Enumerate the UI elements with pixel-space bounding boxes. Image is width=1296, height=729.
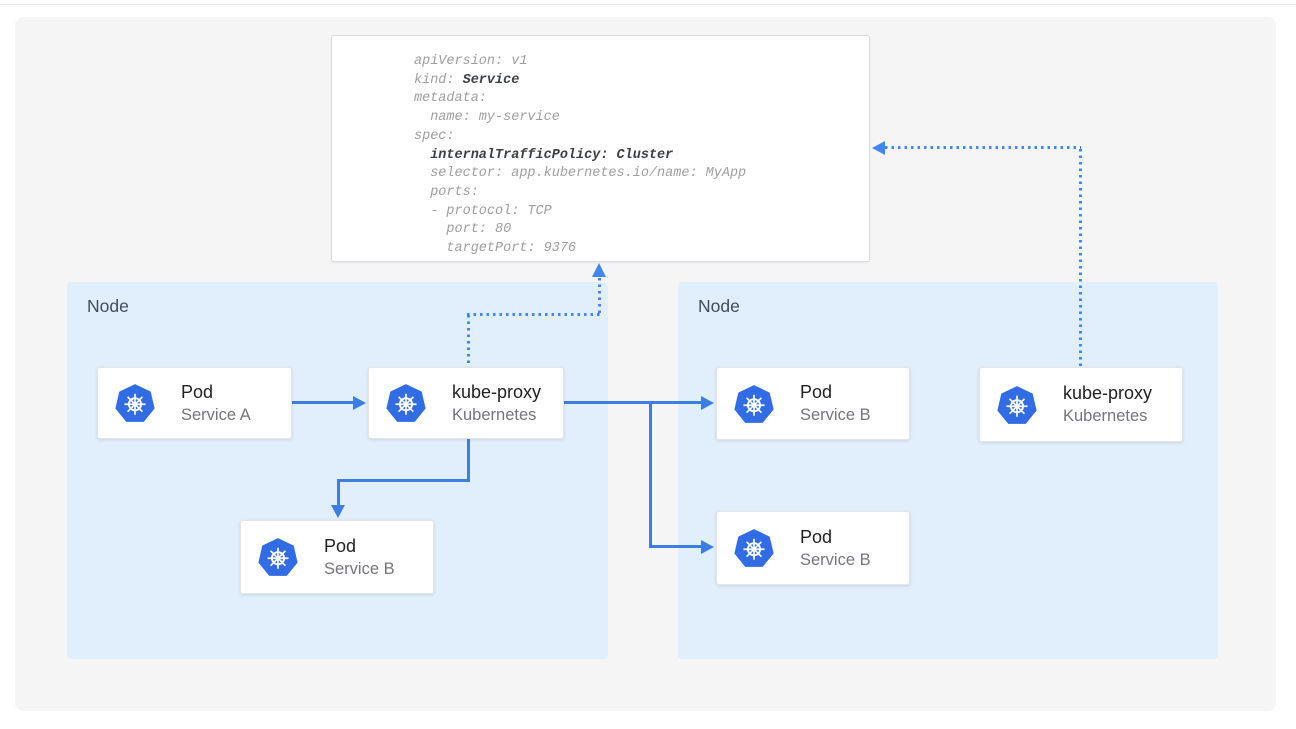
pod-service-b-card-right-bottom: Pod Service B bbox=[716, 511, 910, 585]
arrow-to-pod-b-left bbox=[337, 479, 340, 507]
node-label: Node bbox=[87, 296, 129, 317]
kube-proxy-card-left: kube-proxy Kubernetes bbox=[368, 367, 564, 439]
arrow-kube-proxy-down bbox=[467, 439, 470, 482]
kubernetes-logo-icon bbox=[257, 536, 299, 578]
node-label: Node bbox=[698, 296, 740, 317]
entity-title: Pod bbox=[324, 534, 395, 558]
entity-title: kube-proxy bbox=[1063, 381, 1152, 405]
arrow-branch-vertical bbox=[649, 401, 652, 548]
entity-subtitle: Kubernetes bbox=[1063, 405, 1152, 428]
kubernetes-logo-icon bbox=[114, 382, 156, 424]
entity-subtitle: Kubernetes bbox=[452, 404, 541, 427]
arrowhead-right-icon bbox=[701, 396, 714, 410]
entity-subtitle: Service A bbox=[181, 404, 251, 427]
kubernetes-logo-icon bbox=[733, 383, 775, 425]
pod-service-a-card: Pod Service A bbox=[97, 367, 292, 439]
entity-subtitle: Service B bbox=[800, 549, 871, 572]
pod-service-b-card-left: Pod Service B bbox=[240, 520, 434, 594]
entity-title: Pod bbox=[800, 380, 871, 404]
entity-title: kube-proxy bbox=[452, 380, 541, 404]
pod-service-b-card-right-top: Pod Service B bbox=[716, 367, 910, 440]
service-yaml-codeblock: apiVersion: v1kind: Servicemetadata: nam… bbox=[331, 35, 870, 262]
node-container-right: Node bbox=[678, 282, 1218, 659]
arrowhead-left-icon bbox=[872, 141, 885, 155]
arrow-branch-to-pod-b-right-bottom bbox=[649, 545, 702, 548]
dotted-arrow-to-yaml bbox=[598, 278, 601, 315]
node-container-left: Node bbox=[67, 282, 608, 659]
entity-subtitle: Service B bbox=[324, 558, 395, 581]
kubernetes-logo-icon bbox=[996, 384, 1038, 426]
entity-title: Pod bbox=[800, 525, 871, 549]
dotted-arrow-horizontal bbox=[467, 313, 601, 316]
top-divider bbox=[0, 4, 1296, 5]
arrowhead-right-icon bbox=[353, 396, 366, 410]
dotted-arrow-kube-proxy-up bbox=[467, 315, 470, 367]
arrowhead-down-icon bbox=[331, 505, 345, 518]
kubernetes-logo-icon bbox=[385, 382, 427, 424]
entity-subtitle: Service B bbox=[800, 404, 871, 427]
dotted-arrow-horizontal-right bbox=[885, 146, 1081, 149]
dotted-arrow-kube-proxy-right-up bbox=[1079, 149, 1082, 367]
kubernetes-logo-icon bbox=[733, 527, 775, 569]
entity-title: Pod bbox=[181, 380, 251, 404]
diagram-canvas: apiVersion: v1kind: Servicemetadata: nam… bbox=[0, 0, 1296, 729]
arrowhead-right-icon bbox=[701, 540, 714, 554]
arrow-kube-proxy-to-pod-b-right-top bbox=[564, 401, 702, 404]
yaml-code: apiVersion: v1kind: Servicemetadata: nam… bbox=[414, 53, 869, 259]
arrow-kube-proxy-left bbox=[337, 479, 470, 482]
kube-proxy-card-right: kube-proxy Kubernetes bbox=[979, 367, 1183, 442]
arrow-pod-a-to-kube-proxy bbox=[292, 401, 354, 404]
arrowhead-up-icon bbox=[592, 263, 606, 277]
